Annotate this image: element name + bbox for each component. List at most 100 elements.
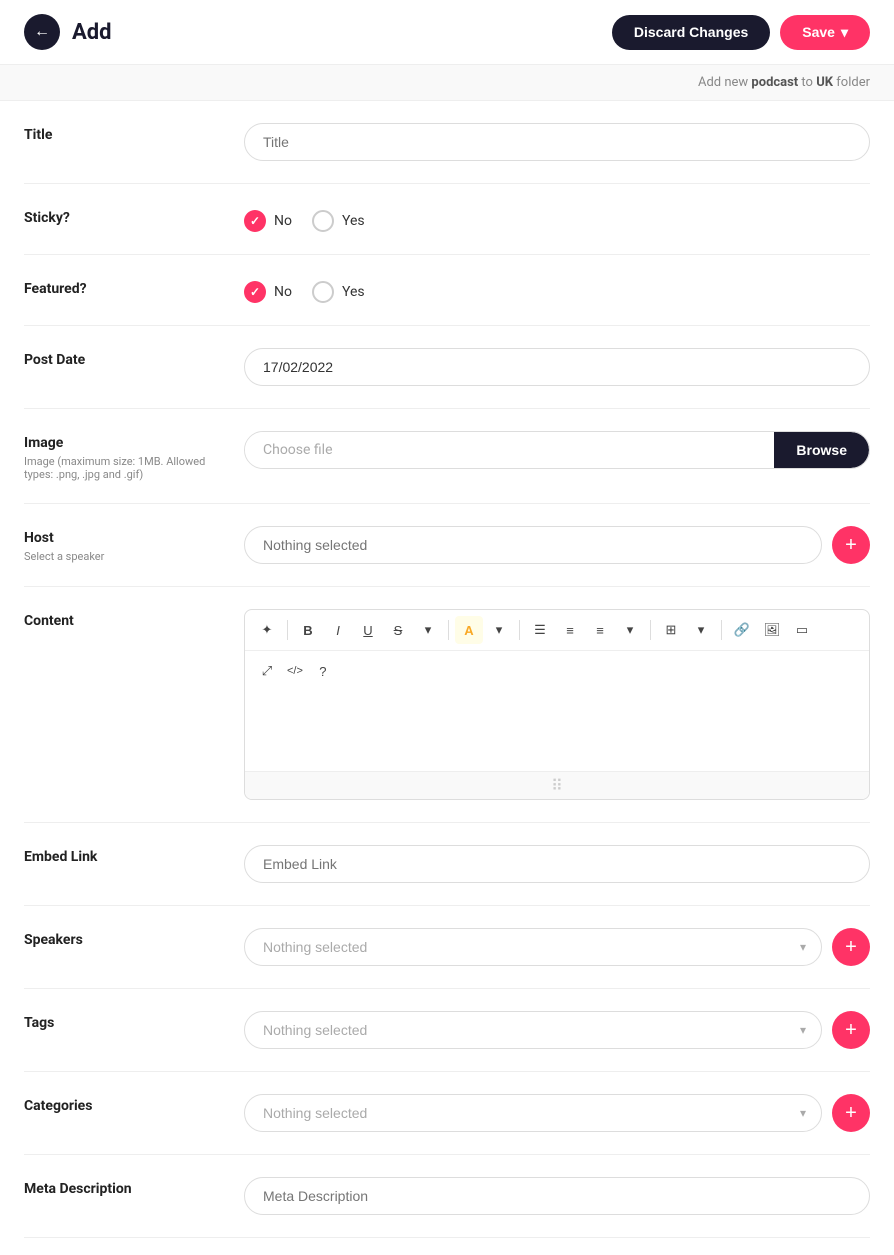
featured-radio-group: No Yes: [244, 277, 870, 303]
post-date-label: Post Date: [24, 352, 224, 368]
host-control-col: +: [244, 526, 870, 564]
host-select-with-add: +: [244, 526, 870, 564]
meta-description-row: Meta Description: [24, 1155, 870, 1238]
ul-btn[interactable]: ☰: [526, 616, 554, 644]
header-left: ← Add: [24, 14, 112, 50]
categories-select[interactable]: Nothing selected: [244, 1094, 822, 1132]
subheader-podcast: podcast: [751, 75, 798, 90]
image-label-col: Image Image (maximum size: 1MB. Allowed …: [24, 431, 224, 481]
choose-file-text: Choose file: [245, 432, 774, 468]
subheader-folder: UK: [816, 75, 833, 90]
toolbar-sep-4: [650, 620, 651, 640]
featured-no-checked-icon: [244, 281, 266, 303]
sticky-control-col: No Yes: [244, 206, 870, 232]
align-btn[interactable]: ≡: [586, 616, 614, 644]
tags-add-button[interactable]: +: [832, 1011, 870, 1049]
back-button[interactable]: ←: [24, 14, 60, 50]
highlight-btn[interactable]: A: [455, 616, 483, 644]
page-header: ← Add Discard Changes Save ▾: [0, 0, 894, 65]
host-input[interactable]: [244, 526, 822, 564]
underline-btn[interactable]: U: [354, 616, 382, 644]
bold-btn[interactable]: B: [294, 616, 322, 644]
editor-resize-handle[interactable]: ⠿: [245, 771, 869, 799]
highlight-more-btn[interactable]: ▾: [485, 616, 513, 644]
magic-icon-btn[interactable]: ✦: [253, 616, 281, 644]
table-btn[interactable]: ⊞: [657, 616, 685, 644]
featured-label-col: Featured?: [24, 277, 224, 297]
editor-content-area[interactable]: [245, 691, 869, 771]
sticky-yes-label: Yes: [342, 213, 365, 229]
title-label: Title: [24, 127, 224, 143]
categories-add-button[interactable]: +: [832, 1094, 870, 1132]
categories-row: Categories Nothing selected ▾ +: [24, 1072, 870, 1155]
subheader-prefix: Add new: [698, 75, 751, 90]
tags-label: Tags: [24, 1015, 224, 1031]
media-btn[interactable]: ▭: [788, 616, 816, 644]
embed-link-input[interactable]: [244, 845, 870, 883]
tags-control-col: Nothing selected ▾ +: [244, 1011, 870, 1049]
image-label: Image: [24, 435, 224, 451]
featured-no-radio[interactable]: No: [244, 281, 292, 303]
speakers-label-col: Speakers: [24, 928, 224, 948]
title-control-col: [244, 123, 870, 161]
align-more-btn[interactable]: ▾: [616, 616, 644, 644]
meta-description-label-col: Meta Description: [24, 1177, 224, 1197]
browse-button[interactable]: Browse: [774, 432, 869, 468]
save-label: Save: [802, 24, 835, 40]
tags-select[interactable]: Nothing selected: [244, 1011, 822, 1049]
featured-yes-label: Yes: [342, 284, 365, 300]
post-date-row: Post Date: [24, 326, 870, 409]
content-label-col: Content: [24, 609, 224, 629]
speakers-select[interactable]: Nothing selected: [244, 928, 822, 966]
post-date-control-col: [244, 348, 870, 386]
discard-changes-button[interactable]: Discard Changes: [612, 15, 770, 50]
sticky-yes-radio[interactable]: Yes: [312, 210, 365, 232]
post-date-input[interactable]: [244, 348, 870, 386]
sticky-label-col: Sticky?: [24, 206, 224, 226]
embed-link-label-col: Embed Link: [24, 845, 224, 865]
featured-control-col: No Yes: [244, 277, 870, 303]
tags-select-with-add: Nothing selected ▾ +: [244, 1011, 870, 1049]
link-btn[interactable]: 🔗: [728, 616, 756, 644]
featured-yes-radio[interactable]: Yes: [312, 281, 365, 303]
sticky-label: Sticky?: [24, 210, 224, 226]
help-btn[interactable]: ?: [309, 657, 337, 685]
sticky-no-radio[interactable]: No: [244, 210, 292, 232]
toolbar-sep-3: [519, 620, 520, 640]
image-sublabel: Image (maximum size: 1MB. Allowed types:…: [24, 455, 224, 481]
host-label: Host: [24, 530, 224, 546]
source-btn[interactable]: </>: [283, 657, 307, 685]
host-add-button[interactable]: +: [832, 526, 870, 564]
embed-link-label: Embed Link: [24, 849, 224, 865]
sticky-row: Sticky? No Yes: [24, 184, 870, 255]
save-button[interactable]: Save ▾: [780, 15, 870, 50]
image-row: Image Image (maximum size: 1MB. Allowed …: [24, 409, 870, 504]
title-row: Title: [24, 101, 870, 184]
tags-row: Tags Nothing selected ▾ +: [24, 989, 870, 1072]
toolbar-row-2: ⤢ </> ?: [245, 651, 869, 691]
post-date-label-col: Post Date: [24, 348, 224, 368]
speakers-select-wrapper: Nothing selected ▾: [244, 928, 822, 966]
form-body: Title Sticky? No Yes Featured: [0, 101, 894, 1238]
italic-btn[interactable]: I: [324, 616, 352, 644]
speakers-row: Speakers Nothing selected ▾ +: [24, 906, 870, 989]
image-control-col: Choose file Browse: [244, 431, 870, 469]
strikethrough-btn[interactable]: S: [384, 616, 412, 644]
tags-label-col: Tags: [24, 1011, 224, 1031]
image-btn[interactable]: 🖼: [758, 616, 786, 644]
save-arrow-icon: ▾: [841, 24, 848, 41]
header-right: Discard Changes Save ▾: [612, 15, 870, 50]
format-more-btn[interactable]: ▾: [414, 616, 442, 644]
ol-btn[interactable]: ≡: [556, 616, 584, 644]
speakers-add-button[interactable]: +: [832, 928, 870, 966]
host-label-col: Host Select a speaker: [24, 526, 224, 563]
speakers-select-with-add: Nothing selected ▾ +: [244, 928, 870, 966]
toolbar-sep-2: [448, 620, 449, 640]
meta-description-input[interactable]: [244, 1177, 870, 1215]
title-input[interactable]: [244, 123, 870, 161]
featured-label: Featured?: [24, 281, 224, 297]
table-more-btn[interactable]: ▾: [687, 616, 715, 644]
fullscreen-btn[interactable]: ⤢: [253, 657, 281, 685]
host-sublabel: Select a speaker: [24, 550, 224, 563]
subheader-suffix: folder: [833, 75, 870, 90]
